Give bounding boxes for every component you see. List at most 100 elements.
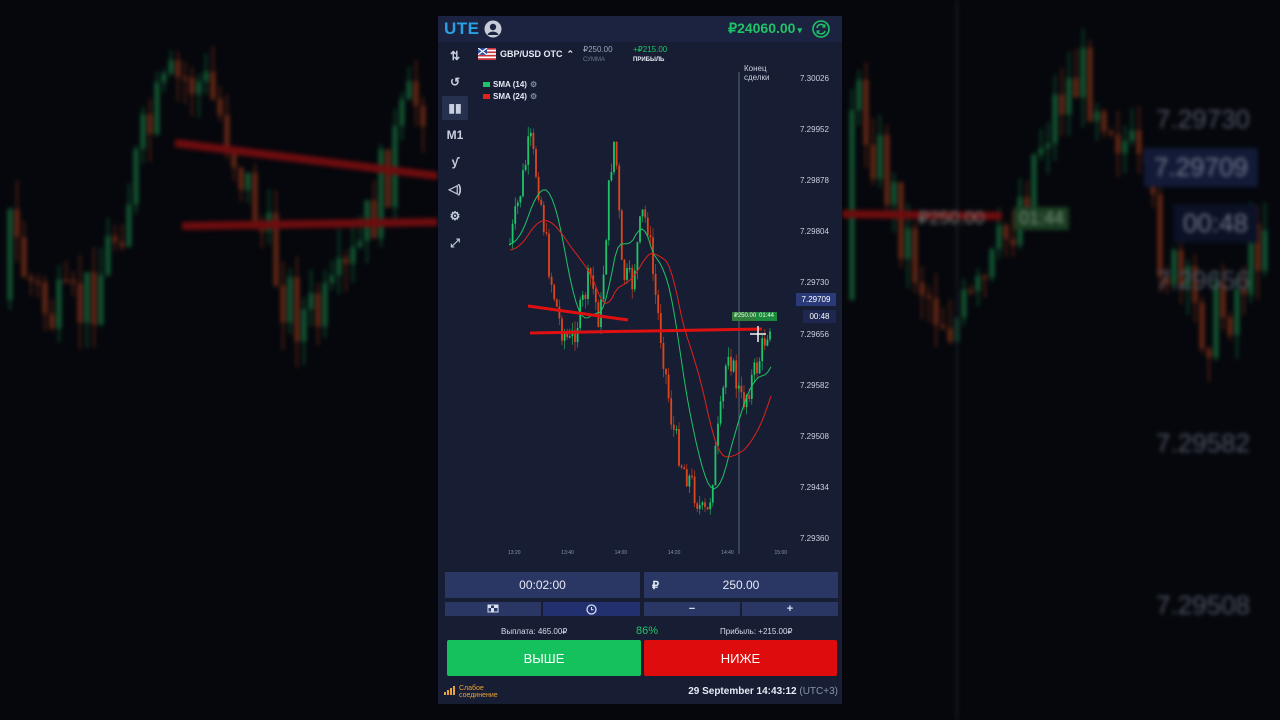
minus-icon: − <box>688 603 696 615</box>
bg-candle-body <box>912 228 918 283</box>
sort-icon[interactable]: ⇅ <box>442 44 468 68</box>
bg-candle-body <box>1199 302 1205 349</box>
timer-mode-button[interactable] <box>543 602 640 616</box>
bg-candle-body <box>399 99 405 126</box>
candle-body <box>691 475 693 478</box>
clock-icon <box>586 603 597 615</box>
refresh-icon[interactable] <box>812 20 830 38</box>
bg-candle-body <box>7 209 13 300</box>
history-icon[interactable]: ↺ <box>442 70 468 94</box>
bg-candle-body <box>884 134 890 205</box>
bg-candle-body <box>336 257 342 276</box>
candle-body <box>636 242 639 271</box>
candle-body <box>714 445 717 486</box>
candle-body <box>519 196 522 203</box>
trade-sum-caption: СУММА <box>583 57 605 63</box>
indicator-label: SMA (14) <box>493 80 527 89</box>
bg-drawn-line <box>181 218 438 230</box>
bg-candle-body <box>357 241 363 247</box>
connection-line2: соединение <box>459 692 498 699</box>
candle-body <box>672 424 675 430</box>
sound-icon[interactable]: ◁) <box>442 177 468 201</box>
bg-candle-body <box>1010 239 1016 246</box>
candle-body <box>550 276 553 285</box>
y-axis-tick: 7.29878 <box>800 176 829 186</box>
candle-body <box>727 356 730 366</box>
candle-body <box>735 360 738 389</box>
gear-icon[interactable]: ⚙ <box>530 80 537 89</box>
candle-body <box>652 237 654 274</box>
candle-body <box>675 429 678 431</box>
fullscreen-icon[interactable]: ⤢ <box>442 231 468 255</box>
indicator-sma-24[interactable]: SMA (24) ⚙ <box>483 92 537 101</box>
higher-button[interactable]: ВЫШЕ <box>447 640 641 676</box>
deal-end-line2: сделки <box>744 73 770 82</box>
bg-candle-body <box>905 228 911 259</box>
phone-screen: UTE ₽24060.00 ▾ ⇅ ↺ ▮▮ M1 ƴ ◁) ⚙ ⤢ GBP/USD OTC <box>438 16 842 704</box>
bg-price: 7.29656 <box>1156 265 1250 295</box>
flag-mode-button[interactable] <box>445 602 541 616</box>
x-axis-tick: 14:40 <box>721 550 734 556</box>
lower-button[interactable]: НИЖЕ <box>644 640 837 676</box>
trade-profit-caption: ПРИБЫЛЬ <box>633 57 665 63</box>
candle-body <box>535 148 537 177</box>
bg-candle-body <box>1108 131 1114 135</box>
trade-timer-marker: 01:44 <box>756 312 778 321</box>
drawing-icon[interactable]: ƴ <box>442 150 468 174</box>
bg-candle-body <box>891 181 897 205</box>
bg-countdown: 00:48 <box>1172 204 1258 243</box>
bg-candle-body <box>182 77 188 81</box>
bg-candle-body <box>1073 77 1079 98</box>
bg-candle-body <box>975 275 981 292</box>
current-price-tag: 7.29709 <box>796 293 836 306</box>
amount-field[interactable]: ₽ 250.00 <box>644 572 838 598</box>
candle-body <box>704 502 706 508</box>
indicator-sma-14[interactable]: SMA (14) ⚙ <box>483 80 537 89</box>
candle-body <box>581 294 584 300</box>
candle-body <box>678 429 680 466</box>
bg-candle-body <box>280 285 286 323</box>
decrease-amount-button[interactable]: − <box>644 602 740 616</box>
bg-candle-body <box>940 325 946 329</box>
bg-candle-body <box>70 279 76 284</box>
candle-body <box>670 398 673 425</box>
price-chart[interactable] <box>472 44 842 564</box>
bg-candle-body <box>56 279 62 329</box>
bg-candle-body <box>1038 148 1044 155</box>
candle-body <box>753 362 756 375</box>
settings-icon[interactable]: ⚙ <box>442 204 468 228</box>
chart-canvas[interactable] <box>472 44 842 564</box>
bg-candle-body <box>1129 130 1135 142</box>
x-axis-tick: 13:20 <box>508 550 521 556</box>
candle-body <box>649 235 652 238</box>
bg-candle-body <box>1066 77 1072 115</box>
user-icon[interactable] <box>484 20 502 38</box>
duration-field[interactable]: 00:02:00 <box>445 572 640 598</box>
candle-body <box>626 268 628 280</box>
bg-candle-body <box>112 236 118 243</box>
bg-candle-body <box>77 283 83 323</box>
candle-body <box>730 356 732 372</box>
y-axis-tick: 7.29434 <box>800 482 829 492</box>
candle-body <box>514 206 517 224</box>
bg-candle-body <box>203 71 209 82</box>
bg-candle-body <box>1122 141 1128 154</box>
bg-candle-body <box>168 60 174 74</box>
bg-candle-body <box>413 81 419 106</box>
bg-candle-body <box>154 82 160 135</box>
balance-display[interactable]: ₽24060.00 ▾ <box>728 20 802 37</box>
candle-body <box>685 469 688 487</box>
bg-trade-timer: 01:44 <box>1014 207 1070 230</box>
bg-candle-body <box>982 275 988 279</box>
background-left <box>0 0 438 720</box>
candle-body <box>563 333 566 341</box>
candle-body <box>537 176 540 200</box>
candle-body <box>587 268 589 300</box>
bg-price: 7.29730 <box>1156 104 1250 134</box>
asset-selector[interactable]: GBP/USD OTC ⌃ <box>478 48 574 60</box>
bg-candle-body <box>870 144 876 180</box>
timeframe-button[interactable]: M1 <box>442 123 468 147</box>
chart-type-icon[interactable]: ▮▮ <box>442 96 468 120</box>
gear-icon[interactable]: ⚙ <box>530 92 537 101</box>
increase-amount-button[interactable]: + <box>742 602 838 616</box>
